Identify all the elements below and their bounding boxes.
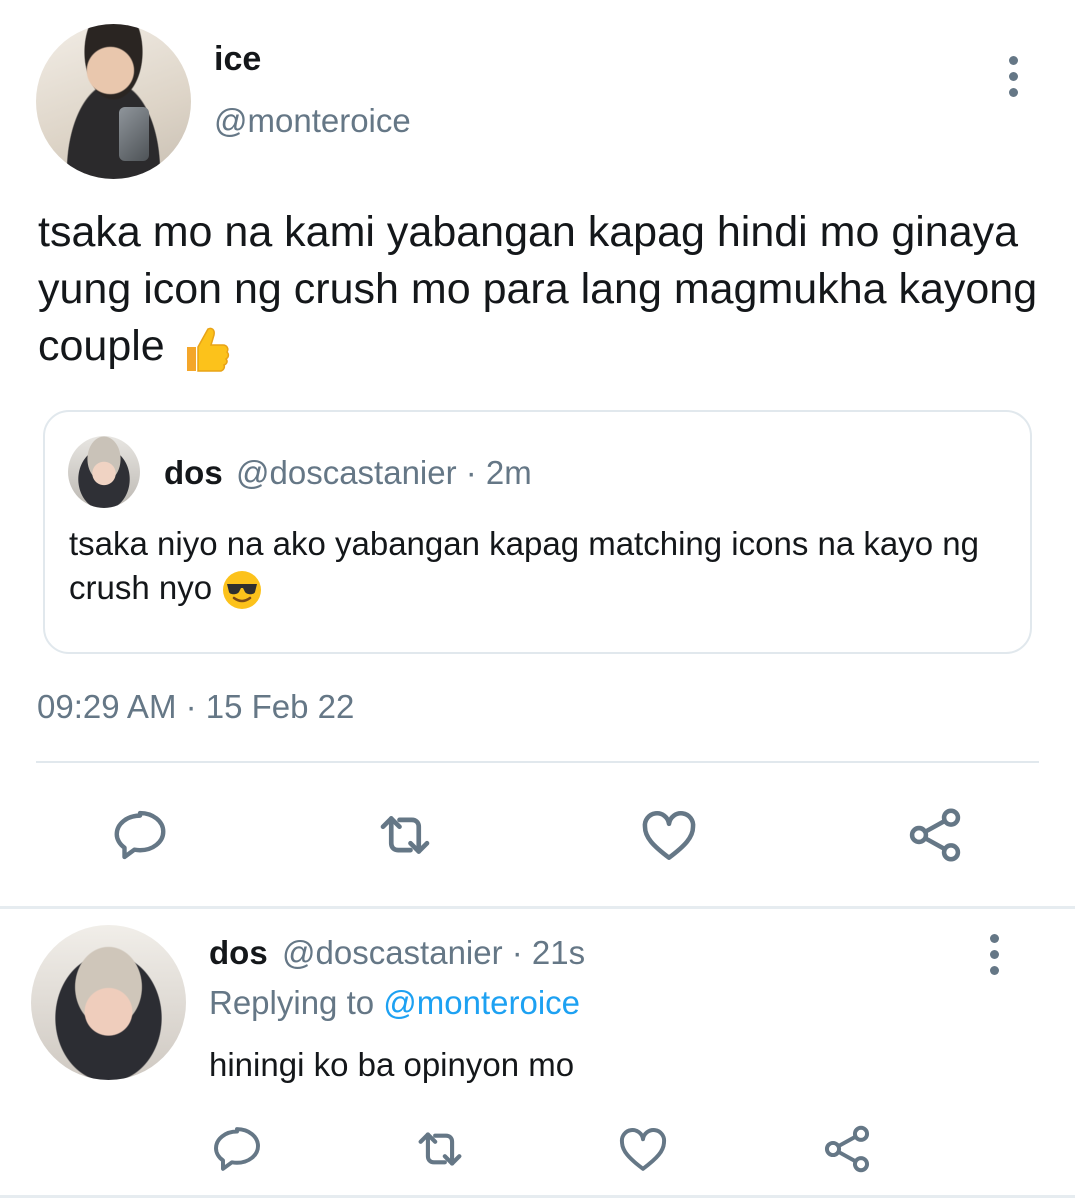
share-icon[interactable] — [812, 1114, 882, 1184]
comment-icon[interactable] — [105, 800, 175, 870]
thumbs-up-icon — [186, 327, 229, 372]
tweet-timestamp[interactable]: 09:29 AM · 15 Feb 22 — [37, 688, 354, 726]
reply-author-meta[interactable]: @doscastanier · 21s — [282, 934, 585, 972]
reply-avatar[interactable] — [31, 925, 186, 1080]
quoted-text: tsaka niyo na ako yabangan kapag matchin… — [69, 522, 1009, 611]
reply-text: hiningi ko ba opinyon mo — [209, 1046, 575, 1083]
sunglasses-face-icon — [223, 571, 262, 610]
divider — [0, 1195, 1075, 1198]
comment-icon[interactable] — [202, 1114, 272, 1184]
quoted-avatar — [68, 436, 140, 508]
phone-in-photo — [119, 107, 149, 161]
tweet-text: tsaka mo na kami yabangan kapag hindi mo… — [38, 204, 1038, 377]
reply-author-name[interactable]: dos — [209, 934, 268, 972]
quoted-author-meta: @doscastanier · 2m — [236, 454, 532, 491]
replying-to-link[interactable]: @monteroice — [383, 984, 580, 1021]
more-options-icon[interactable] — [1006, 56, 1020, 97]
replying-to-label: Replying to — [209, 984, 375, 1021]
retweet-icon[interactable] — [370, 800, 440, 870]
author-handle[interactable]: @monteroice — [214, 102, 411, 140]
divider — [36, 761, 1039, 763]
retweet-icon[interactable] — [405, 1114, 475, 1184]
quoted-text-body: tsaka niyo na ako yabangan kapag matchin… — [69, 525, 979, 606]
author-name[interactable]: ice — [214, 40, 261, 79]
share-icon[interactable] — [900, 800, 970, 870]
replying-to-line: Replying to @monteroice — [209, 984, 580, 1022]
divider — [0, 906, 1075, 909]
like-icon[interactable] — [634, 800, 704, 870]
like-icon[interactable] — [608, 1114, 678, 1184]
more-options-icon[interactable] — [987, 934, 1001, 975]
quoted-author-name: dos — [164, 454, 223, 491]
avatar[interactable] — [36, 24, 191, 179]
